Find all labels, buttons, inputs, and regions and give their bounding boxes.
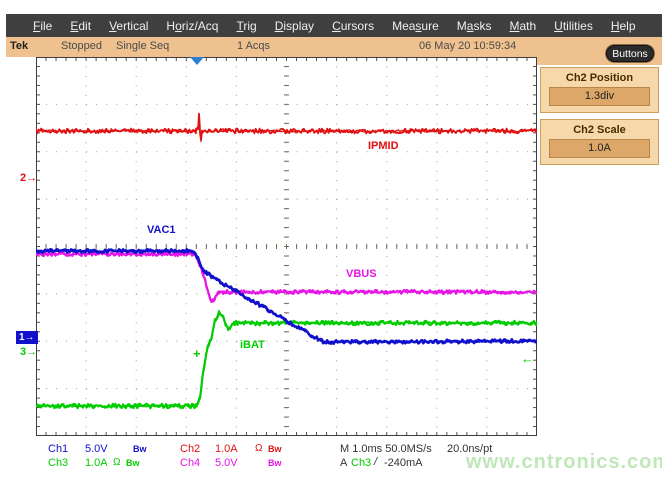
menu-file[interactable]: File: [24, 19, 61, 33]
trigger-level-arrow[interactable]: ←: [521, 353, 534, 365]
acquisition-state: Stopped: [61, 40, 102, 52]
menu-edit[interactable]: Edit: [61, 19, 100, 33]
channel-3-marker[interactable]: 3→: [20, 346, 37, 359]
ch2-position-control: Ch2 Position 1.3div: [540, 67, 659, 113]
ch2-scale-value[interactable]: 1.0A: [549, 139, 650, 158]
trigger-position-marker[interactable]: [190, 57, 204, 65]
ch3-bandwidth-badge: Bw: [126, 458, 140, 468]
ch4-scale: 5.0V: [215, 457, 238, 469]
waveform-display: [36, 57, 537, 436]
ch2-position-value[interactable]: 1.3div: [549, 87, 650, 106]
trace-vac1: [36, 250, 537, 343]
timebase-readout: M 1.0ms 50.0MS/s: [340, 443, 432, 455]
waveform-plot: [36, 57, 537, 436]
buttons-button[interactable]: Buttons: [606, 45, 654, 62]
ch2-position-title: Ch2 Position: [541, 72, 658, 84]
trace-ipmid: [36, 114, 537, 140]
oscilloscope-screen: FileEditVerticalHoriz/AcqTrigDisplayCurs…: [0, 0, 662, 477]
menu-trig[interactable]: Trig: [227, 19, 265, 33]
trigger-level: -240mA: [384, 457, 423, 469]
ch2-scale-control: Ch2 Scale 1.0A: [540, 119, 659, 165]
trace-label-ibat: iBAT: [240, 339, 265, 351]
trigger-prefix: A: [340, 457, 347, 469]
channel-2-marker[interactable]: 2→: [20, 172, 37, 185]
menu-math[interactable]: Math: [500, 19, 545, 33]
datetime: 06 May 20 10:59:34: [419, 40, 516, 52]
menu-bar: FileEditVerticalHoriz/AcqTrigDisplayCurs…: [6, 14, 662, 37]
ch4-bandwidth-badge: Bw: [268, 458, 282, 468]
acquisition-mode: Single Seq: [116, 40, 169, 52]
ch2-ohm-badge: Ω: [255, 443, 262, 454]
tek-logo: Tek: [10, 40, 28, 52]
trace-label-ipmid: IPMID: [368, 140, 399, 152]
menu-display[interactable]: Display: [266, 19, 323, 33]
ch3-ohm-badge: Ω: [113, 457, 120, 468]
menu-help[interactable]: Help: [602, 19, 645, 33]
trace-label-vac1: VAC1: [147, 224, 176, 236]
menu-masks[interactable]: Masks: [448, 19, 501, 33]
menu-cursors[interactable]: Cursors: [323, 19, 383, 33]
channel-1-marker[interactable]: 1→: [16, 331, 38, 344]
trigger-slope-icon: /: [374, 456, 377, 468]
ch2-label: Ch2: [180, 443, 200, 455]
ch2-scale-title: Ch2 Scale: [541, 124, 658, 136]
ch1-scale: 5.0V: [85, 443, 108, 455]
ch3-label: Ch3: [48, 457, 68, 469]
ch1-bandwidth-badge: Bw: [133, 444, 147, 454]
menu-measure[interactable]: Measure: [383, 19, 448, 33]
trace-vac1: [36, 249, 537, 344]
menu-utilities[interactable]: Utilities: [545, 19, 602, 33]
trigger-point-cross: +: [193, 348, 201, 360]
ch4-label: Ch4: [180, 457, 200, 469]
trigger-source: Ch3: [351, 457, 371, 469]
acquisition-count: 1 Acqs: [237, 40, 270, 52]
ch2-bandwidth-badge: Bw: [268, 444, 282, 454]
menu-horiz-acq[interactable]: Horiz/Acq: [157, 19, 227, 33]
menu-vertical[interactable]: Vertical: [100, 19, 157, 33]
watermark: www.cntronics.com: [466, 451, 662, 474]
ch3-scale: 1.0A: [85, 457, 108, 469]
trace-label-vbus: VBUS: [346, 268, 377, 280]
ch1-label: Ch1: [48, 443, 68, 455]
ch2-scale: 1.0A: [215, 443, 238, 455]
